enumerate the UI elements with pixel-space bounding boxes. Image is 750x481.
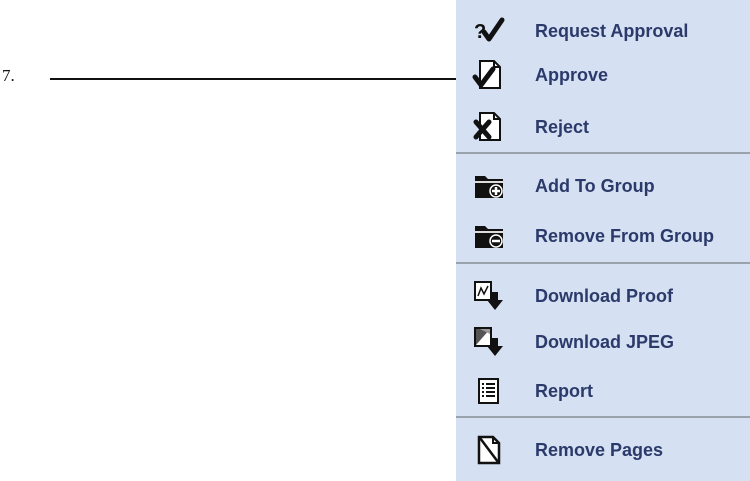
callout-pointer-line	[50, 78, 457, 80]
menu-item-label: Add To Group	[535, 175, 655, 196]
menu-item-download-jpeg[interactable]: Download JPEG	[456, 320, 750, 364]
approve-document-icon	[472, 59, 506, 91]
menu-separator	[456, 152, 750, 154]
menu-item-label: Request Approval	[535, 20, 689, 41]
menu-item-report[interactable]: Report	[456, 369, 750, 413]
menu-separator	[456, 416, 750, 418]
menu-item-remove-from-group[interactable]: Remove From Group	[456, 214, 750, 258]
menu-item-label: Remove From Group	[535, 225, 715, 246]
callout-number: 7.	[2, 66, 15, 85]
menu-item-download-proof[interactable]: Download Proof	[456, 274, 750, 318]
menu-item-approve[interactable]: Approve	[456, 53, 750, 97]
menu-item-request-approval[interactable]: ? Request Approval	[456, 9, 750, 53]
download-jpeg-icon	[472, 326, 506, 358]
report-icon	[472, 375, 506, 407]
menu-item-label: Approve	[535, 64, 609, 85]
download-proof-icon	[472, 280, 506, 312]
menu-item-add-to-group[interactable]: Add To Group	[456, 164, 750, 208]
reject-document-icon	[472, 111, 506, 143]
remove-pages-icon	[472, 434, 506, 466]
menu-item-label: Download Proof	[535, 285, 673, 306]
folder-remove-icon	[472, 220, 506, 252]
context-menu: ? Request Approval Approve Reject Add To…	[456, 0, 750, 481]
menu-item-label: Remove Pages	[535, 439, 664, 460]
menu-item-label: Report	[535, 380, 593, 401]
menu-separator	[456, 262, 750, 264]
question-check-icon: ?	[472, 15, 506, 47]
menu-item-label: Download JPEG	[535, 331, 675, 352]
folder-add-icon	[472, 170, 506, 202]
menu-item-remove-pages[interactable]: Remove Pages	[456, 428, 750, 472]
menu-item-label: Reject	[535, 116, 590, 137]
menu-item-reject[interactable]: Reject	[456, 105, 750, 149]
